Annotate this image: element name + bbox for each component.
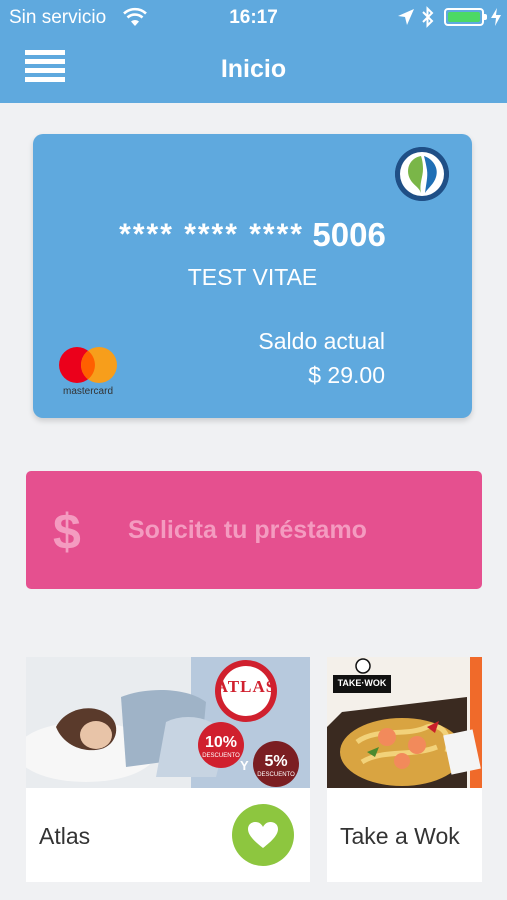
page-title: Inicio [220, 55, 287, 83]
account-card[interactable]: **** **** **** 5006 TEST VITAE Saldo act… [33, 134, 472, 418]
promo-name-atlas: Atlas [39, 823, 91, 849]
dollar-icon: $ [53, 504, 81, 560]
status-bar: Sin servicio 16:17 [0, 0, 507, 34]
brand-logo-icon [395, 147, 449, 201]
atlas-discount-word-1: DESCUENTO [202, 753, 240, 759]
atlas-discount-10: 10% [204, 734, 238, 751]
promo-card-atlas[interactable]: ATLAS 10% DESCUENTO Y 5% DESCUENTO Atlas [26, 657, 310, 882]
card-number-masked: **** **** **** [119, 218, 304, 251]
charging-bolt-icon [491, 8, 501, 26]
card-number: **** **** **** 5006 [33, 216, 472, 254]
battery-icon [444, 8, 487, 26]
balance-label: Saldo actual [258, 328, 385, 354]
card-number-last-digits: 5006 [312, 216, 386, 253]
top-bar: Sin servicio 16:17 Inicio [0, 0, 507, 103]
bluetooth-icon [422, 6, 434, 28]
atlas-logo-text: ATLAS [215, 677, 277, 696]
take-a-wok-promo-image [327, 657, 482, 788]
request-loan-label: Solicita tu préstamo [128, 516, 367, 544]
atlas-discount-word-2: DESCUENTO [257, 772, 295, 778]
promo-name-take-a-wok: Take a Wok [340, 823, 460, 849]
favorite-button[interactable] [232, 804, 294, 866]
mastercard-wordmark: mastercard [62, 386, 113, 397]
take-a-wok-logo-text: TAKE·WOK [337, 678, 387, 688]
balance-value: $ 29.00 [308, 362, 385, 388]
heart-icon [248, 822, 278, 848]
card-holder-name: TEST VITAE [187, 264, 318, 290]
location-arrow-icon [398, 9, 414, 25]
atlas-discount-joiner: Y [240, 758, 249, 773]
atlas-discount-5: 5% [264, 753, 288, 770]
promo-card-take-a-wok[interactable]: TAKE·WOK Take a Wok [327, 657, 482, 882]
request-loan-button[interactable]: $ Solicita tu préstamo [26, 471, 482, 589]
